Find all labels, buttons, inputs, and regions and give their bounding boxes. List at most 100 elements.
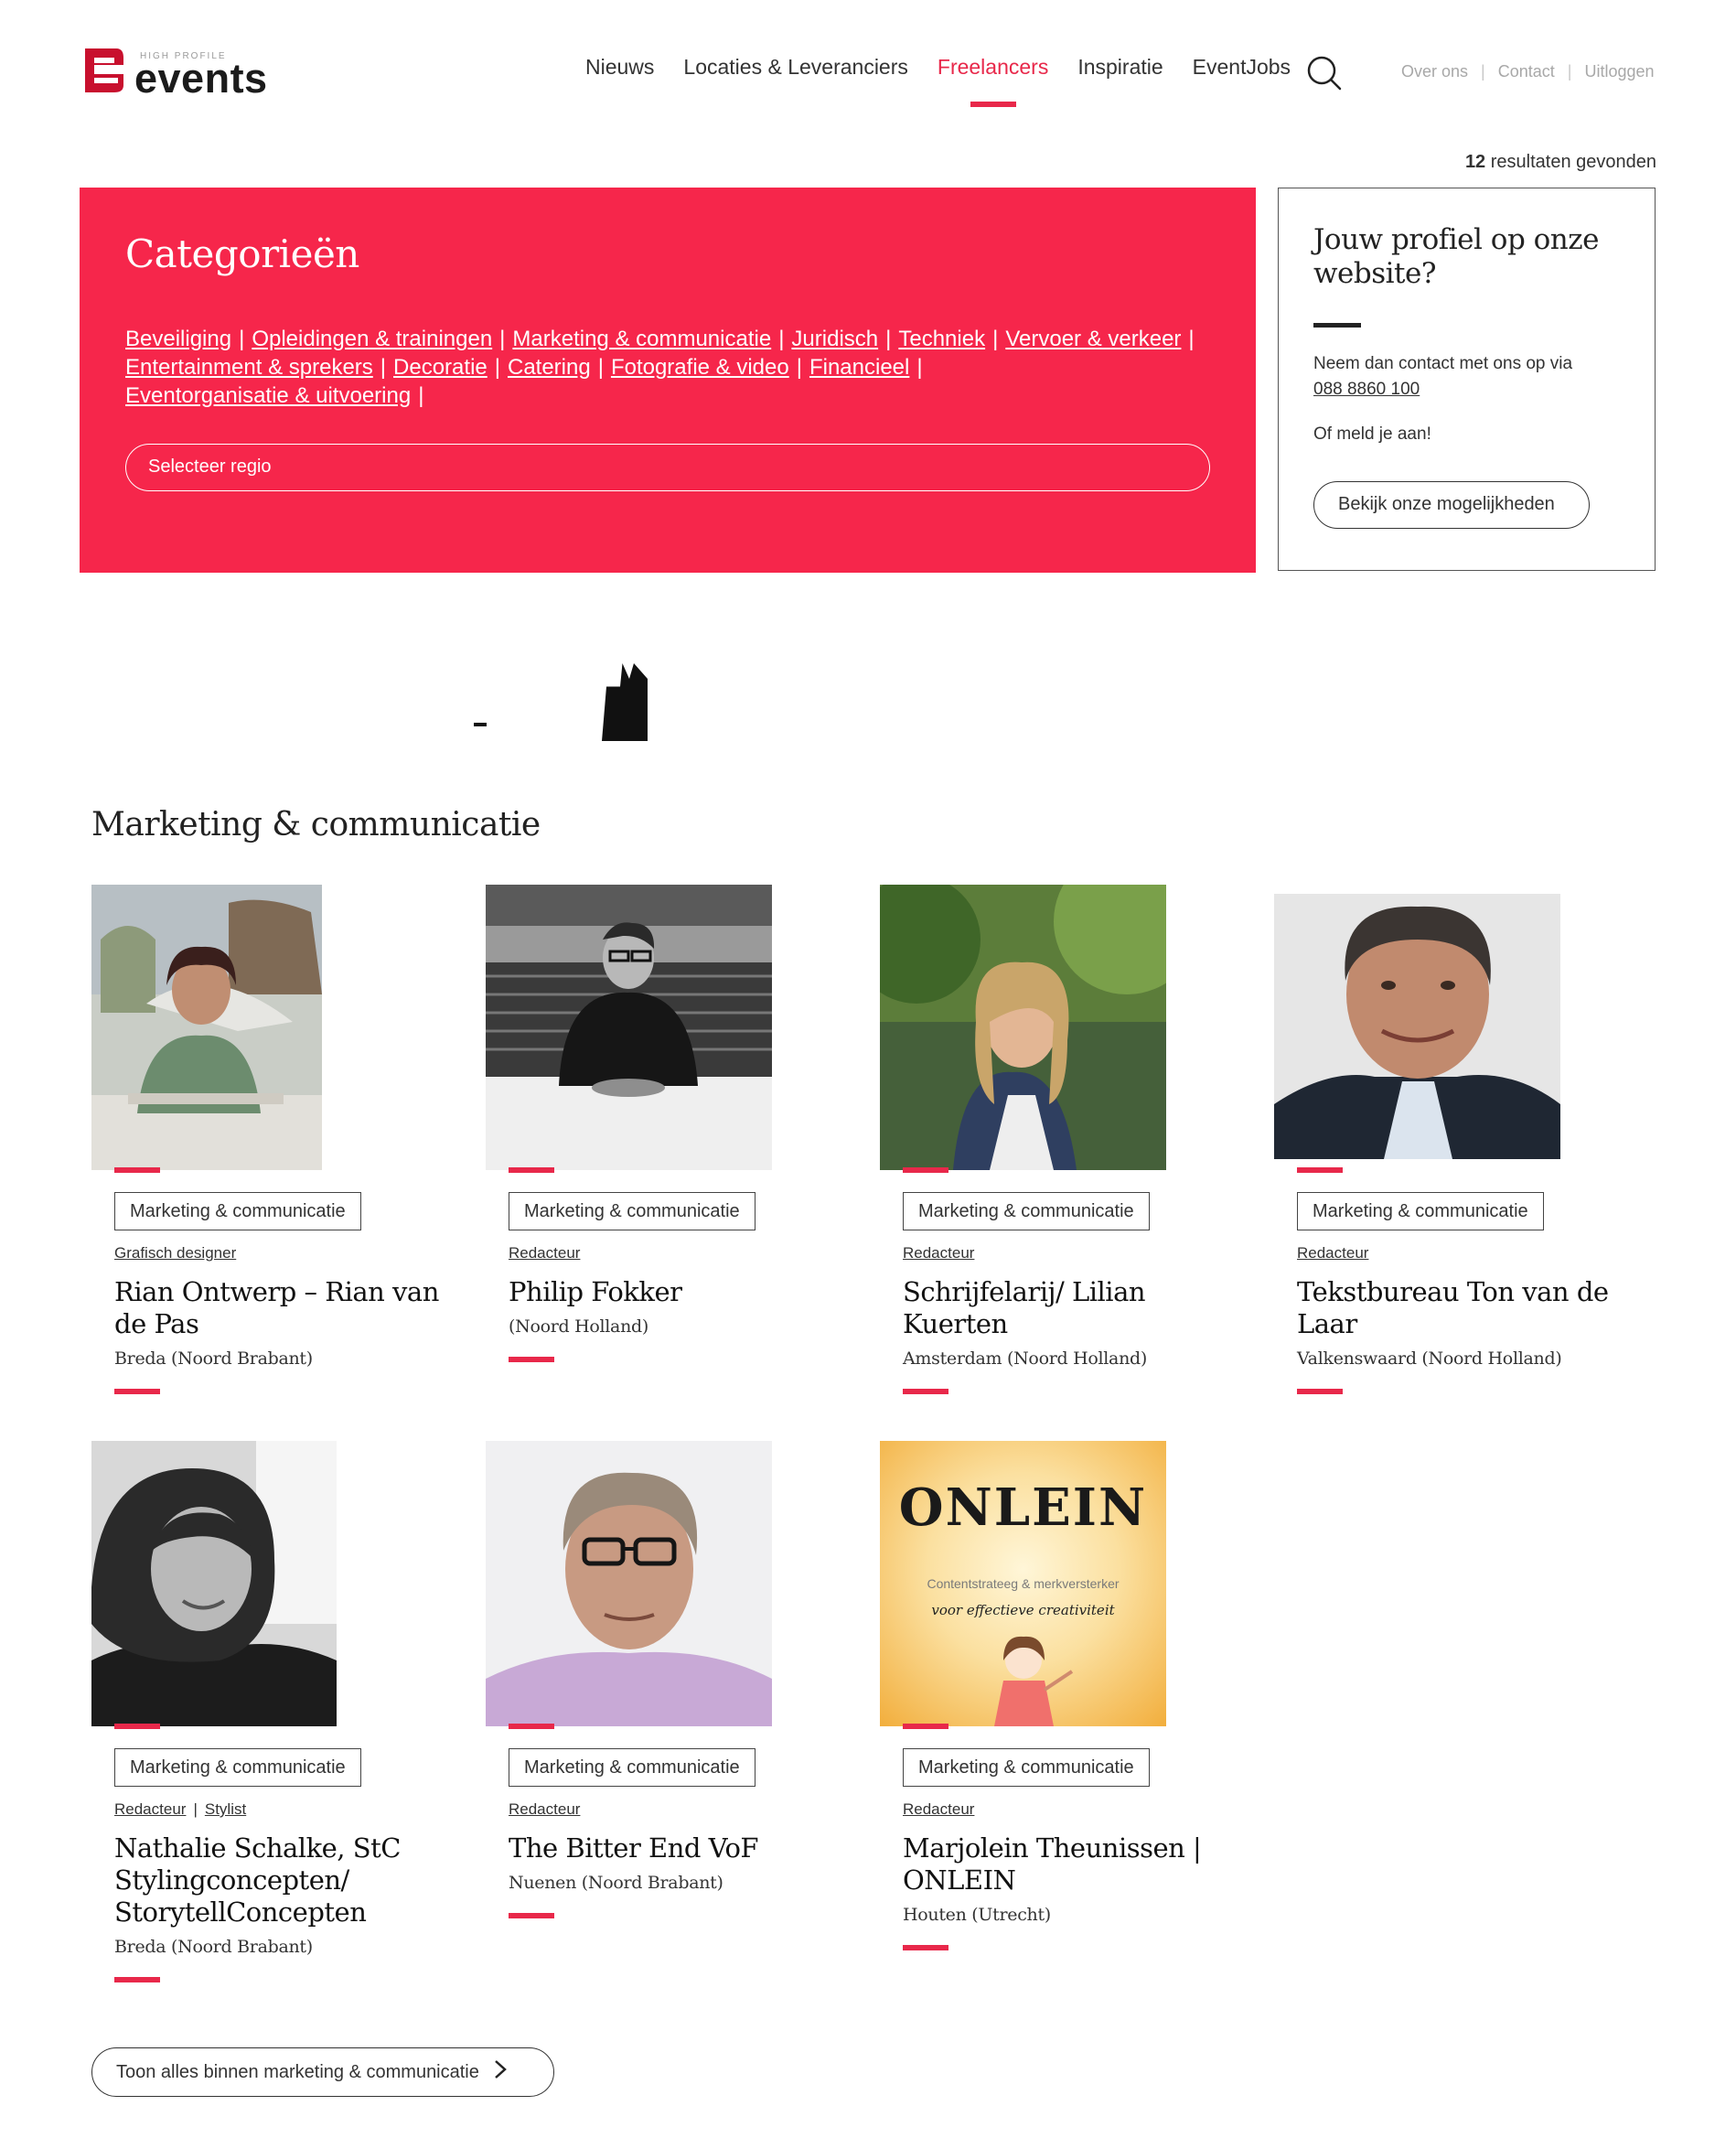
card-accent-bar	[114, 1167, 160, 1173]
category-link[interactable]: Opleidingen & trainingen	[252, 327, 492, 351]
category-separator: |	[418, 383, 424, 408]
card-accent-bar	[114, 1724, 160, 1729]
category-link[interactable]: Catering	[508, 355, 591, 380]
card-roles: Grafisch designer	[114, 1244, 236, 1262]
util-uitloggen[interactable]: Uitloggen	[1584, 62, 1654, 81]
profile-cta-text: Neem dan contact met ons op via 088 8860…	[1313, 351, 1572, 403]
card-roles: Redacteur	[1297, 1244, 1368, 1262]
category-separator: |	[778, 327, 785, 351]
category-link[interactable]: Beveiliging	[125, 327, 231, 351]
card-location: Valkenswaard (Noord Holland)	[1297, 1348, 1562, 1369]
category-link[interactable]: Fotografie & video	[611, 355, 789, 380]
card-name[interactable]: Philip Fokker	[509, 1276, 847, 1308]
freelancer-photo[interactable]	[91, 1441, 337, 1726]
freelancer-photo[interactable]	[486, 885, 772, 1170]
category-link[interactable]: Techniek	[898, 327, 985, 351]
category-link[interactable]: Vervoer & verkeer	[1005, 327, 1181, 351]
logo-wordmark: events	[134, 55, 268, 102]
card-category-tag[interactable]: Marketing & communicatie	[114, 1192, 361, 1230]
results-label: resultaten gevonden	[1490, 152, 1656, 172]
nav-nieuws[interactable]: Nieuws	[585, 55, 654, 80]
card-roles: Redacteur	[903, 1244, 974, 1262]
card-accent-bar	[903, 1945, 948, 1950]
card-accent-bar	[1297, 1167, 1343, 1173]
card-category-tag[interactable]: Marketing & communicatie	[114, 1748, 361, 1787]
freelancer-photo[interactable]	[1274, 894, 1560, 1159]
nav-locaties-leveranciers[interactable]: Locaties & Leveranciers	[683, 55, 907, 80]
card-location: (Noord Holland)	[509, 1316, 649, 1337]
main-nav: Nieuws Locaties & Leveranciers Freelance…	[585, 55, 1320, 107]
category-separator: |	[494, 355, 500, 380]
card-name[interactable]: Rian Ontwerp – Rian van de Pas	[114, 1276, 453, 1340]
decorative-fragment	[602, 663, 648, 741]
card-role-link[interactable]: Redacteur	[903, 1244, 974, 1262]
card-name[interactable]: Nathalie Schalke, StC Stylingconcepten/ …	[114, 1832, 453, 1928]
card-category-tag[interactable]: Marketing & communicatie	[903, 1748, 1150, 1787]
nav-inspiratie[interactable]: Inspiratie	[1077, 55, 1163, 80]
card-accent-bar	[509, 1167, 554, 1173]
category-link[interactable]: Marketing & communicatie	[512, 327, 771, 351]
card-role-link[interactable]: Grafisch designer	[114, 1244, 236, 1262]
region-select[interactable]: Selecteer regio	[125, 444, 1210, 491]
card-category-tag[interactable]: Marketing & communicatie	[1297, 1192, 1544, 1230]
card-role-link[interactable]: Redacteur	[509, 1800, 580, 1818]
card-category-tag[interactable]: Marketing & communicatie	[509, 1748, 755, 1787]
freelancer-photo[interactable]	[486, 1441, 772, 1726]
nav-eventjobs[interactable]: EventJobs	[1193, 55, 1291, 80]
nav-freelancers[interactable]: Freelancers	[938, 55, 1048, 107]
category-link[interactable]: Eventorganisatie & uitvoering	[125, 383, 411, 408]
show-all-button[interactable]: Toon alles binnen marketing & communicat…	[91, 2047, 554, 2097]
card-accent-bar	[509, 1724, 554, 1729]
card-accent-bar	[903, 1389, 948, 1394]
profile-cta-signup-text: Of meld je aan!	[1313, 424, 1431, 444]
category-separator: |	[499, 327, 506, 351]
card-role-link[interactable]: Redacteur	[903, 1800, 974, 1818]
card-role-link[interactable]: Redacteur	[114, 1800, 186, 1818]
search-icon[interactable]	[1306, 55, 1343, 91]
category-separator: |	[597, 355, 604, 380]
card-accent-bar	[114, 1977, 160, 1982]
card-accent-bar	[509, 1357, 554, 1362]
profile-cta-button[interactable]: Bekijk onze mogelijkheden	[1313, 481, 1590, 529]
profile-cta-box: Jouw profiel op onze website? Neem dan c…	[1278, 188, 1656, 571]
card-roles: Redacteur	[903, 1800, 974, 1819]
freelancer-photo[interactable]	[91, 885, 322, 1170]
card-role-link[interactable]: Redacteur	[1297, 1244, 1368, 1262]
category-separator: |	[239, 327, 245, 351]
results-count: 12 resultaten gevonden	[1465, 152, 1656, 173]
category-link[interactable]: Juridisch	[791, 327, 878, 351]
card-location: Breda (Noord Brabant)	[114, 1937, 313, 1957]
card-category-tag[interactable]: Marketing & communicatie	[509, 1192, 755, 1230]
category-link[interactable]: Entertainment & sprekers	[125, 355, 373, 380]
profile-cta-phone-link[interactable]: 088 8860 100	[1313, 380, 1420, 399]
card-name[interactable]: Marjolein Theunissen | ONLEIN	[903, 1832, 1241, 1896]
category-separator: |	[1188, 327, 1195, 351]
card-name[interactable]: Schrijfelarij/ Lilian Kuerten	[903, 1276, 1241, 1340]
util-separator: |	[1481, 62, 1485, 81]
category-separator: |	[885, 327, 892, 351]
card-accent-bar	[1297, 1389, 1343, 1394]
category-link[interactable]: Decoratie	[393, 355, 488, 380]
decorative-fragment	[474, 723, 487, 726]
util-contact[interactable]: Contact	[1498, 62, 1555, 81]
results-number: 12	[1464, 152, 1486, 172]
card-category-tag[interactable]: Marketing & communicatie	[903, 1192, 1150, 1230]
site-logo[interactable]: HIGH PROFILE events	[80, 42, 272, 102]
category-separator: |	[916, 355, 923, 380]
category-separator: |	[380, 355, 387, 380]
card-roles: Redacteur | Stylist	[114, 1800, 246, 1819]
card-accent-bar	[903, 1167, 948, 1173]
freelancer-photo[interactable]: ONLEIN Contentstrateeg & merkversterker …	[880, 1441, 1166, 1726]
card-roles: Redacteur	[509, 1244, 580, 1262]
logo-mark-icon	[80, 45, 127, 94]
category-link[interactable]: Financieel	[809, 355, 909, 380]
card-name[interactable]: The Bitter End VoF	[509, 1832, 847, 1864]
card-role-link[interactable]: Stylist	[205, 1800, 246, 1818]
util-over-ons[interactable]: Over ons	[1401, 62, 1468, 81]
utility-nav: Over ons | Contact | Uitloggen	[1401, 62, 1655, 81]
card-name[interactable]: Tekstbureau Ton van de Laar	[1297, 1276, 1635, 1340]
card-role-link[interactable]: Redacteur	[509, 1244, 580, 1262]
freelancer-photo[interactable]	[880, 885, 1166, 1170]
card-location: Houten (Utrecht)	[903, 1905, 1051, 1925]
card-location: Nuenen (Noord Brabant)	[509, 1873, 723, 1893]
